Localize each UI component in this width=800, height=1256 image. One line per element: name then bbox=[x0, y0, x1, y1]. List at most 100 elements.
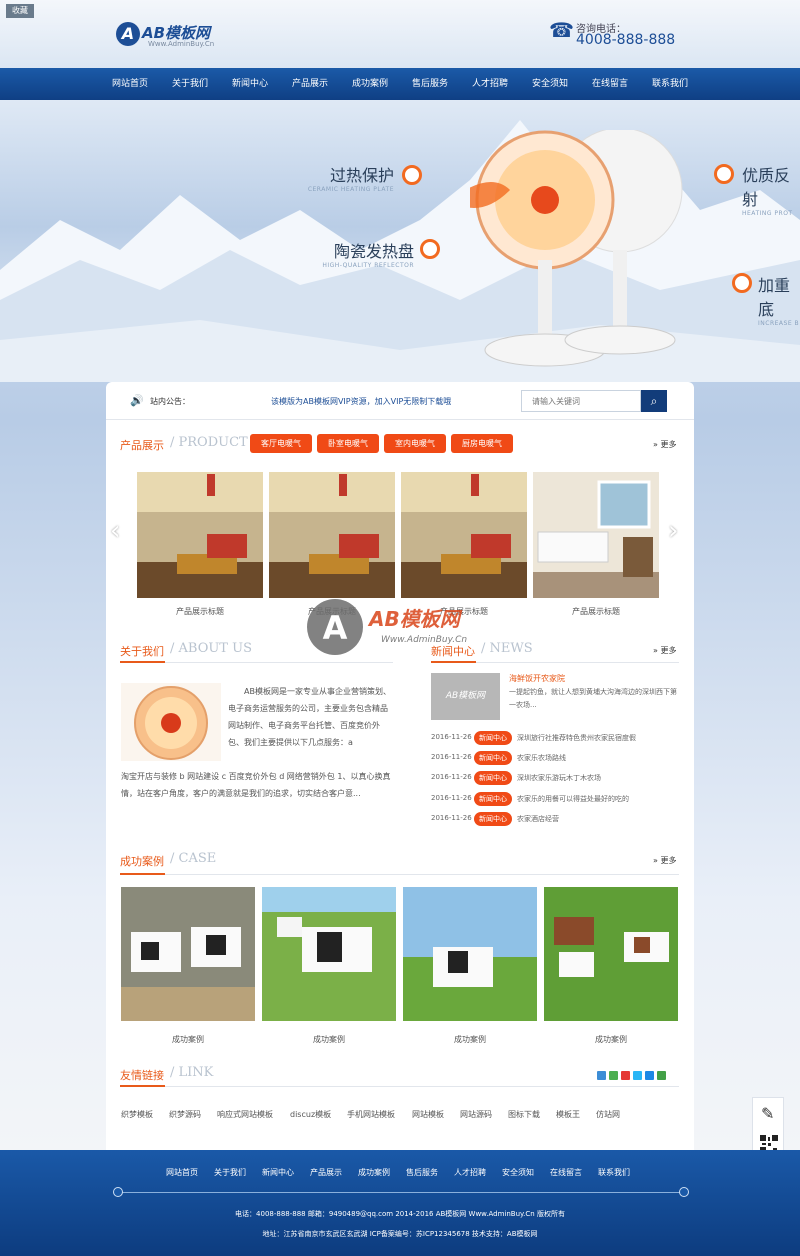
footer-nav-service[interactable]: 售后服务 bbox=[406, 1167, 438, 1178]
product-caption[interactable]: 产品展示标题 bbox=[533, 606, 659, 617]
product-image[interactable] bbox=[401, 472, 527, 598]
news-row[interactable]: 2016-11-26 新闻中心 农家乐的用餐可以得益处最好的吃的 bbox=[431, 792, 681, 808]
feature-overheat: 过热保护 CERAMIC HEATING PLATE bbox=[307, 166, 394, 193]
news-row[interactable]: 2016-11-26 新闻中心 农家酒店经营 bbox=[431, 812, 681, 828]
links-title: 友情链接 bbox=[120, 1069, 164, 1082]
divider-circle-icon bbox=[113, 1187, 123, 1197]
notice-text[interactable]: 该模版为AB模板网VIP资源，加入VIP无限制下载哦 bbox=[271, 396, 451, 407]
footer-nav-contact[interactable]: 联系我们 bbox=[598, 1167, 630, 1178]
news-row[interactable]: 2016-11-26 新闻中心 深圳农家乐游玩木丁木农场 bbox=[431, 771, 681, 787]
tab-indoor[interactable]: 室内电暖气 bbox=[384, 434, 446, 453]
share-wechat-icon[interactable] bbox=[609, 1071, 618, 1080]
share-renren-icon[interactable] bbox=[645, 1071, 654, 1080]
footer-nav-products[interactable]: 产品展示 bbox=[310, 1167, 342, 1178]
news-more-link[interactable]: » 更多 bbox=[653, 645, 676, 656]
case-image[interactable] bbox=[262, 887, 396, 1021]
speaker-icon: 🔊 bbox=[130, 394, 144, 407]
title-underline bbox=[120, 661, 165, 663]
footer-nav-message[interactable]: 在线留言 bbox=[550, 1167, 582, 1178]
about-title-en: / ABOUT US bbox=[170, 641, 252, 656]
friend-link[interactable]: 手机网站模板 bbox=[347, 1109, 395, 1120]
products-title-en: / PRODUCT bbox=[170, 435, 248, 450]
share-tencent-icon[interactable] bbox=[633, 1071, 642, 1080]
feature-dot-icon bbox=[714, 164, 734, 184]
about-text: AB模板网是一家专业从事企业营销策划、电子商务运营服务的公司，主要业务包含精品网… bbox=[228, 687, 391, 747]
footer-contact: 电话：4008-888-888 邮箱：9490489@qq.com 2014-2… bbox=[235, 1210, 565, 1218]
news-thumbnail[interactable]: AB模板网 bbox=[431, 673, 500, 720]
nav-item-contact[interactable]: 联系我们 bbox=[652, 68, 688, 100]
product-image[interactable] bbox=[533, 472, 659, 598]
footer-nav-about[interactable]: 关于我们 bbox=[214, 1167, 246, 1178]
product-image[interactable] bbox=[269, 472, 395, 598]
friend-link[interactable]: 模板王 bbox=[556, 1109, 580, 1120]
share-more-icon[interactable] bbox=[657, 1071, 666, 1080]
nav-item-cases[interactable]: 成功案例 bbox=[352, 68, 388, 100]
adminbuy-watermark: A AB模板网 Www.AdminBuy.Cn bbox=[307, 599, 467, 655]
title-underline bbox=[120, 1085, 165, 1087]
share-weibo-icon[interactable] bbox=[621, 1071, 630, 1080]
share-qzone-icon[interactable] bbox=[597, 1071, 606, 1080]
friend-link[interactable]: 网站模板 bbox=[412, 1109, 444, 1120]
cases-title: 成功案例 bbox=[120, 855, 164, 868]
friend-link[interactable]: 织梦源码 bbox=[169, 1109, 201, 1120]
tab-kitchen[interactable]: 厨房电暖气 bbox=[451, 434, 513, 453]
about-title: 关于我们 bbox=[120, 645, 164, 658]
about-image[interactable] bbox=[121, 683, 221, 761]
tab-bedroom[interactable]: 卧室电暖气 bbox=[317, 434, 379, 453]
products-more-link[interactable]: » 更多 bbox=[653, 439, 676, 450]
nav-item-products[interactable]: 产品展示 bbox=[292, 68, 328, 100]
heater-product-image bbox=[470, 130, 683, 367]
edit-icon[interactable]: ✎ bbox=[761, 1104, 774, 1123]
case-caption[interactable]: 成功案例 bbox=[121, 1034, 255, 1045]
carousel-prev-icon[interactable]: ‹ bbox=[110, 516, 120, 546]
divider bbox=[165, 1086, 679, 1087]
nav-item-news[interactable]: 新闻中心 bbox=[232, 68, 268, 100]
title-underline bbox=[120, 873, 165, 875]
search-input[interactable] bbox=[521, 390, 641, 412]
product-caption[interactable]: 产品展示标题 bbox=[137, 606, 263, 617]
nav-item-message[interactable]: 在线留言 bbox=[592, 68, 628, 100]
logo-icon[interactable]: A bbox=[116, 22, 140, 46]
about-text-continued: 淘宝开店与装修 b 网站建设 c 百度竞价外包 d 网络营销外包 1、以真心换真… bbox=[121, 772, 391, 798]
case-image[interactable] bbox=[544, 887, 678, 1021]
divider-circle-icon bbox=[679, 1187, 689, 1197]
friend-link[interactable]: 响应式网站模板 bbox=[217, 1109, 273, 1120]
footer-divider bbox=[118, 1192, 684, 1193]
products-title: 产品展示 bbox=[120, 439, 164, 452]
case-caption[interactable]: 成功案例 bbox=[544, 1034, 678, 1045]
search-icon[interactable]: ⌕ bbox=[641, 390, 667, 412]
friend-link[interactable]: 图标下载 bbox=[508, 1109, 540, 1120]
footer-nav-home[interactable]: 网站首页 bbox=[166, 1167, 198, 1178]
nav-item-jobs[interactable]: 人才招聘 bbox=[472, 68, 508, 100]
news-row[interactable]: 2016-11-26 新闻中心 农家乐农场路线 bbox=[431, 751, 681, 767]
footer-nav-safety[interactable]: 安全须知 bbox=[502, 1167, 534, 1178]
collect-button[interactable]: 收藏 bbox=[6, 4, 34, 18]
case-caption[interactable]: 成功案例 bbox=[262, 1034, 396, 1045]
carousel-next-icon[interactable]: › bbox=[668, 516, 678, 546]
cases-more-link[interactable]: » 更多 bbox=[653, 855, 676, 866]
friend-link[interactable]: 仿站网 bbox=[596, 1109, 620, 1120]
double-chevron-icon: » bbox=[653, 856, 658, 865]
news-row[interactable]: 2016-11-26 新闻中心 深圳旅行社推荐特色贵州农家民宿度假 bbox=[431, 731, 681, 747]
double-chevron-icon: » bbox=[653, 646, 658, 655]
divider bbox=[165, 662, 393, 663]
case-image[interactable] bbox=[121, 887, 255, 1021]
friend-link[interactable]: discuz模板 bbox=[290, 1109, 331, 1120]
footer-nav-news[interactable]: 新闻中心 bbox=[262, 1167, 294, 1178]
footer-nav-jobs[interactable]: 人才招聘 bbox=[454, 1167, 486, 1178]
nav-item-about[interactable]: 关于我们 bbox=[172, 68, 208, 100]
svg-text:A: A bbox=[323, 609, 348, 647]
footer-nav-cases[interactable]: 成功案例 bbox=[358, 1167, 390, 1178]
hero-banner[interactable]: 过热保护 CERAMIC HEATING PLATE 陶瓷发热盘 HIGH-QU… bbox=[0, 100, 800, 382]
friend-link[interactable]: 织梦模板 bbox=[121, 1109, 153, 1120]
nav-item-home[interactable]: 网站首页 bbox=[112, 68, 148, 100]
news-headline[interactable]: 海鲜饭开农家院 bbox=[509, 673, 565, 684]
nav-item-service[interactable]: 售后服务 bbox=[412, 68, 448, 100]
feature-reflector: 优质反射 HEATING PROT bbox=[742, 166, 793, 217]
nav-item-safety[interactable]: 安全须知 bbox=[532, 68, 568, 100]
case-image[interactable] bbox=[403, 887, 537, 1021]
product-image[interactable] bbox=[137, 472, 263, 598]
tab-living-room[interactable]: 客厅电暖气 bbox=[250, 434, 312, 453]
friend-link[interactable]: 网站源码 bbox=[460, 1109, 492, 1120]
case-caption[interactable]: 成功案例 bbox=[403, 1034, 537, 1045]
